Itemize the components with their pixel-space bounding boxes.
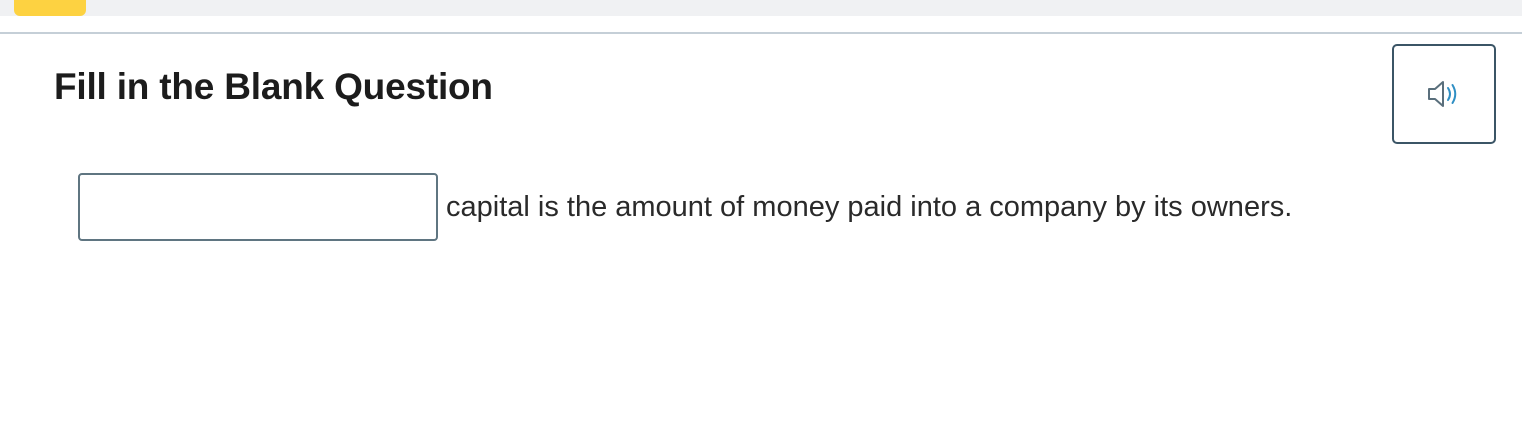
progress-bar bbox=[0, 0, 1522, 16]
progress-bar-fill bbox=[14, 0, 86, 16]
question-text: capital is the amount of money paid into… bbox=[446, 191, 1293, 223]
question-sentence: capital is the amount of money paid into… bbox=[78, 173, 1292, 241]
header-divider bbox=[0, 32, 1522, 34]
fill-in-blank-input[interactable] bbox=[78, 173, 438, 241]
read-aloud-button[interactable] bbox=[1392, 44, 1496, 144]
speaker-icon bbox=[1424, 76, 1464, 112]
page-title: Fill in the Blank Question bbox=[54, 66, 493, 107]
